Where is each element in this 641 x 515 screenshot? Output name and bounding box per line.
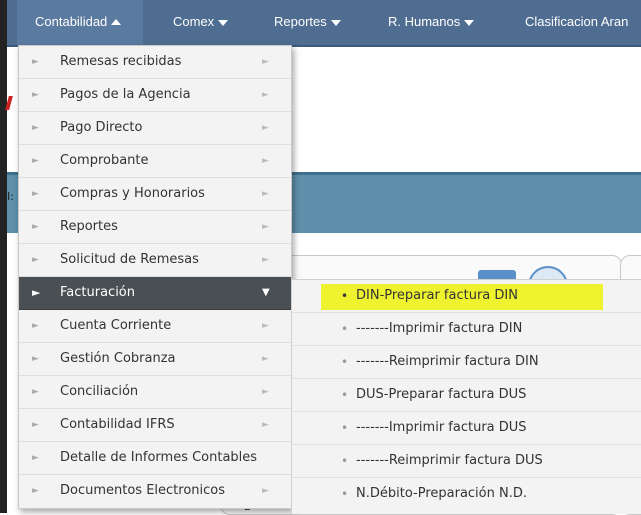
bullet-icon: • xyxy=(341,487,349,501)
right-triangle-icon: ► xyxy=(32,90,39,100)
right-triangle-icon: ► xyxy=(32,189,39,199)
menu-item-label: Pago Directo xyxy=(60,120,143,135)
right-triangle-icon: ► xyxy=(32,123,39,133)
menu-item-label: Solicitud de Remesas xyxy=(60,252,199,267)
menu-item-comprobante[interactable]: ► Comprobante ► xyxy=(19,145,291,178)
submenu-item-label: DIN-Preparar factura DIN xyxy=(356,288,518,303)
submenu-facturacion: • DIN-Preparar factura DIN • -------Impr… xyxy=(291,279,641,514)
nav-label: Reportes xyxy=(274,14,327,29)
caret-down-icon xyxy=(464,20,475,26)
menu-item-label: Pagos de la Agencia xyxy=(60,87,191,102)
menu-item-pagos-agencia[interactable]: ► Pagos de la Agencia ► xyxy=(19,79,291,112)
menu-item-compras-honorarios[interactable]: ► Compras y Honorarios ► xyxy=(19,178,291,211)
right-triangle-icon: ► xyxy=(32,486,39,496)
bullet-icon: • xyxy=(341,355,349,369)
nav-item-clasificacion[interactable]: Clasificacion Aran xyxy=(525,0,628,45)
menu-item-reportes[interactable]: ► Reportes ► xyxy=(19,211,291,244)
nav-item-r-humanos[interactable]: R. Humanos xyxy=(388,0,475,45)
right-triangle-icon: ► xyxy=(32,321,39,331)
window-frame-left xyxy=(0,0,7,513)
menu-item-label: Conciliación xyxy=(60,384,139,399)
menu-item-label: Compras y Honorarios xyxy=(60,186,205,201)
chevron-right-icon: ► xyxy=(262,156,269,166)
menu-item-detalle-informes[interactable]: ► Detalle de Informes Contables xyxy=(19,442,291,475)
chevron-down-icon: ▼ xyxy=(262,287,270,298)
bullet-icon: • xyxy=(341,289,349,303)
chevron-right-icon: ► xyxy=(262,354,269,364)
bullet-icon: • xyxy=(341,421,349,435)
submenu-item-label: -------Reimprimir factura DUS xyxy=(356,453,543,468)
menu-item-label: Facturación xyxy=(60,285,135,300)
chevron-right-icon: ► xyxy=(262,486,269,496)
menu-item-label: Gestión Cobranza xyxy=(60,351,176,366)
dropdown-menu-contabilidad: ► Remesas recibidas ► ► Pagos de la Agen… xyxy=(18,45,292,509)
submenu-item-dus-imprimir[interactable]: • -------Imprimir factura DUS xyxy=(292,412,641,445)
nav-label: R. Humanos xyxy=(388,14,461,29)
menu-item-cuenta-corriente[interactable]: ► Cuenta Corriente ► xyxy=(19,310,291,343)
menu-item-conciliacion[interactable]: ► Conciliación ► xyxy=(19,376,291,409)
band-text: I: xyxy=(7,190,14,203)
right-triangle-icon: ► xyxy=(32,286,41,299)
menu-item-label: Reportes xyxy=(60,219,118,234)
menu-item-label: Remesas recibidas xyxy=(60,54,182,69)
submenu-item-dus-reimprimir[interactable]: • -------Reimprimir factura DUS xyxy=(292,445,641,478)
submenu-item-label: -------Imprimir factura DIN xyxy=(356,321,523,336)
caret-down-icon xyxy=(330,20,341,26)
menu-item-pago-directo[interactable]: ► Pago Directo ► xyxy=(19,112,291,145)
right-triangle-icon: ► xyxy=(32,420,39,430)
chevron-right-icon: ► xyxy=(262,123,269,133)
nav-label: Clasificacion Aran xyxy=(525,14,629,29)
menu-item-documentos-electronicos[interactable]: ► Documentos Electronicos ► xyxy=(19,475,291,507)
right-triangle-icon: ► xyxy=(32,354,39,364)
nav-label: Contabilidad xyxy=(35,14,108,29)
caret-down-icon xyxy=(218,20,229,26)
chevron-right-icon: ► xyxy=(262,255,269,265)
nav-item-comex[interactable]: Comex xyxy=(173,0,229,45)
right-triangle-icon: ► xyxy=(32,222,39,232)
menu-item-facturacion[interactable]: ► Facturación ▼ xyxy=(19,277,291,310)
menu-item-label: Cuenta Corriente xyxy=(60,318,172,333)
submenu-item-din-preparar[interactable]: • DIN-Preparar factura DIN xyxy=(292,280,641,313)
chevron-right-icon: ► xyxy=(262,420,269,430)
menu-item-label: Detalle de Informes Contables xyxy=(60,450,258,465)
submenu-item-din-reimprimir[interactable]: • -------Reimprimir factura DIN xyxy=(292,346,641,379)
menu-item-gestion-cobranza[interactable]: ► Gestión Cobranza ► xyxy=(19,343,291,376)
submenu-item-label: -------Reimprimir factura DIN xyxy=(356,354,539,369)
chevron-right-icon: ► xyxy=(262,321,269,331)
chevron-right-icon: ► xyxy=(262,387,269,397)
right-triangle-icon: ► xyxy=(32,453,39,463)
submenu-item-nd-preparacion[interactable]: • N.Débito-Preparación N.D. xyxy=(292,478,641,510)
menu-item-remesas-recibidas[interactable]: ► Remesas recibidas ► xyxy=(19,46,291,79)
bullet-icon: • xyxy=(341,454,349,468)
submenu-item-label: -------Imprimir factura DUS xyxy=(356,420,527,435)
caret-up-icon xyxy=(111,19,122,25)
bullet-icon: • xyxy=(341,388,349,402)
menu-item-solicitud-remesas[interactable]: ► Solicitud de Remesas ► xyxy=(19,244,291,277)
menu-item-contabilidad-ifrs[interactable]: ► Contabilidad IFRS ► xyxy=(19,409,291,442)
chevron-right-icon: ► xyxy=(262,90,269,100)
menu-item-label: Comprobante xyxy=(60,153,149,168)
nav-label: Comex xyxy=(173,14,215,29)
submenu-item-label: DUS-Preparar factura DUS xyxy=(356,387,527,402)
nav-item-contabilidad[interactable]: Contabilidad xyxy=(17,0,143,45)
nav-item-reportes[interactable]: Reportes xyxy=(274,0,341,45)
chevron-right-icon: ► xyxy=(262,57,269,67)
menu-item-label: Documentos Electronicos xyxy=(60,483,226,498)
chevron-right-icon: ► xyxy=(262,189,269,199)
bullet-icon: • xyxy=(341,322,349,336)
right-triangle-icon: ► xyxy=(32,156,39,166)
submenu-item-dus-preparar[interactable]: • DUS-Preparar factura DUS xyxy=(292,379,641,412)
right-triangle-icon: ► xyxy=(32,255,39,265)
chevron-right-icon: ► xyxy=(262,222,269,232)
right-triangle-icon: ► xyxy=(32,387,39,397)
submenu-item-label: N.Débito-Preparación N.D. xyxy=(356,486,527,501)
menu-item-label: Contabilidad IFRS xyxy=(60,417,175,432)
top-navbar: Contabilidad Comex Reportes R. Humanos C… xyxy=(7,0,641,47)
submenu-item-din-imprimir[interactable]: • -------Imprimir factura DIN xyxy=(292,313,641,346)
right-triangle-icon: ► xyxy=(32,57,39,67)
